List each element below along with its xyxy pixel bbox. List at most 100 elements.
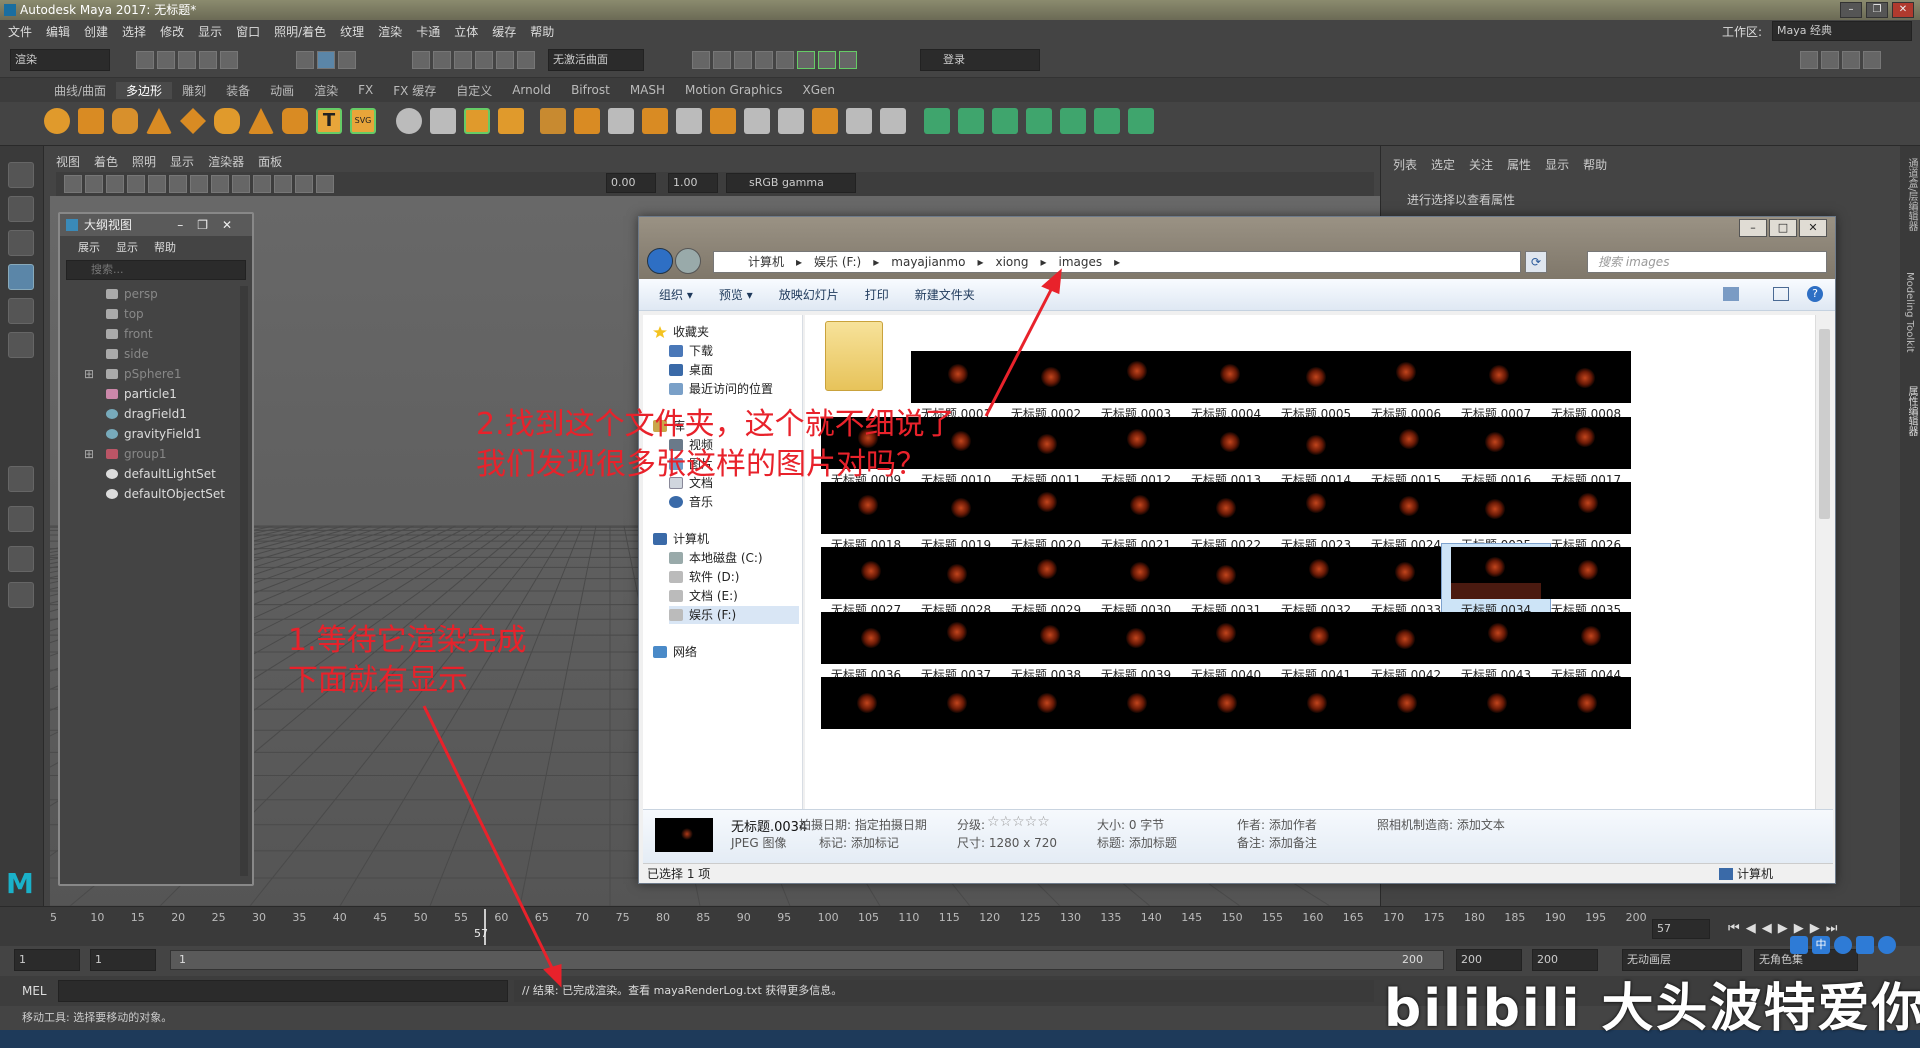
shadows-icon[interactable] — [295, 175, 313, 193]
preview-pane-icon[interactable] — [1773, 287, 1789, 301]
camera-attr-icon[interactable] — [85, 175, 103, 193]
panel-menu-renderer[interactable]: 渲染器 — [208, 153, 244, 170]
playback-controls[interactable]: ⏮◀◀▶▶▶⏭ — [1728, 921, 1843, 936]
menu-display[interactable]: 显示 — [198, 23, 222, 40]
attr-menu-show[interactable]: 显示 — [1545, 156, 1569, 173]
text-tool-icon[interactable]: T — [316, 108, 342, 134]
menu-file[interactable]: 文件 — [8, 23, 32, 40]
outliner-layout-icon[interactable] — [8, 582, 34, 608]
emoji-icon[interactable] — [1834, 936, 1852, 954]
expand-icon[interactable]: ⊞ — [84, 444, 94, 464]
sidebar-toggle-icon[interactable] — [797, 51, 815, 69]
outliner-window-controls[interactable]: –❐✕ — [177, 214, 246, 236]
current-frame-field[interactable]: 57 — [1652, 919, 1710, 939]
panel-menu-show[interactable]: 显示 — [170, 153, 194, 170]
nav-drive-d[interactable]: 软件 (D:) — [669, 568, 739, 586]
spherical-map-icon[interactable] — [992, 108, 1018, 134]
panel-menu-shading[interactable]: 着色 — [94, 153, 118, 170]
start-time-field[interactable]: 1 — [14, 949, 80, 971]
redo-icon[interactable] — [220, 51, 238, 69]
range-slider[interactable]: 1 200 — [170, 950, 1444, 970]
scroll-thumb[interactable] — [1819, 329, 1830, 519]
render-frame-icon[interactable] — [692, 51, 710, 69]
help-icon[interactable]: ? — [1807, 286, 1823, 302]
merge-icon[interactable] — [676, 108, 702, 134]
file-thumbnail[interactable] — [1361, 677, 1451, 729]
resolution-gate-icon[interactable] — [190, 175, 208, 193]
detail-comments[interactable]: 备注: 添加备注 — [1237, 834, 1317, 851]
outliner-item-dragfield1[interactable]: dragField1 — [60, 404, 252, 424]
view-options-icon[interactable] — [1723, 287, 1739, 301]
insert-edge-loop-icon[interactable] — [744, 108, 770, 134]
textured-icon[interactable] — [253, 175, 271, 193]
menu-windows[interactable]: 窗口 — [236, 23, 260, 40]
minimize-button[interactable]: – — [1840, 2, 1862, 18]
mirror-icon[interactable] — [498, 108, 524, 134]
layout-quad-icon[interactable] — [8, 506, 34, 532]
show-manipulator-icon[interactable] — [8, 466, 34, 492]
layout-outliner-icon[interactable] — [1821, 51, 1839, 69]
cmd-organize[interactable]: 组织 ▾ — [659, 286, 693, 303]
smooth-icon[interactable] — [464, 108, 490, 134]
detail-camera-maker[interactable]: 照相机制造商: 添加文本 — [1377, 816, 1505, 833]
separate-icon[interactable] — [430, 108, 456, 134]
outliner-item-side[interactable]: side — [60, 344, 252, 364]
breadcrumb-drive-f[interactable]: 娱乐 (F:) — [814, 252, 861, 272]
layout-uv-icon[interactable] — [1094, 108, 1120, 134]
file-thumbnail[interactable] — [911, 677, 1001, 729]
select-tool-icon[interactable] — [8, 162, 34, 188]
shelf-tab-rendering[interactable]: 渲染 — [304, 82, 348, 99]
detail-shot-date[interactable]: 拍摄日期: 指定拍摄日期 — [799, 816, 927, 833]
mel-label[interactable]: MEL — [22, 984, 47, 998]
panel-menu-panels[interactable]: 面板 — [258, 153, 282, 170]
outliner-item-group1[interactable]: ⊞ group1 — [60, 444, 252, 464]
lasso-tool-icon[interactable] — [8, 196, 34, 222]
menu-create[interactable]: 创建 — [84, 23, 108, 40]
snap-grid-icon[interactable] — [412, 51, 430, 69]
lights-icon[interactable] — [274, 175, 292, 193]
explorer-close-button[interactable]: ✕ — [1799, 219, 1827, 237]
wedge-icon[interactable] — [846, 108, 872, 134]
file-thumbnail[interactable] — [1451, 677, 1541, 729]
nav-drive-f[interactable]: 娱乐 (F:) — [669, 606, 799, 624]
file-thumbnail[interactable] — [821, 677, 911, 729]
explorer-minimize-button[interactable]: – — [1739, 219, 1767, 237]
live-surface-field[interactable]: 无激活曲面 — [548, 49, 644, 71]
cmd-print[interactable]: 打印 — [865, 286, 889, 303]
shelf-tab-fx-caching[interactable]: FX 缓存 — [383, 82, 446, 99]
shelf-tab-arnold[interactable]: Arnold — [502, 83, 561, 97]
nav-desktop[interactable]: 桌面 — [669, 361, 713, 379]
select-hierarchy-icon[interactable] — [296, 51, 314, 69]
attr-menu-help[interactable]: 帮助 — [1583, 156, 1607, 173]
menu-modify[interactable]: 修改 — [160, 23, 184, 40]
outliner-scrollbar[interactable] — [240, 286, 248, 876]
panel-menu-lighting[interactable]: 照明 — [132, 153, 156, 170]
detail-author[interactable]: 作者: 添加作者 — [1237, 816, 1317, 833]
combine-icon[interactable] — [396, 108, 422, 134]
address-bar[interactable]: 计算机 ▸ 娱乐 (F:) ▸ mayajianmo ▸ xiong ▸ images ▸ — [713, 251, 1521, 273]
extrude-icon[interactable] — [574, 108, 600, 134]
make-live-icon[interactable] — [517, 51, 535, 69]
channel-box-toggle-icon[interactable] — [818, 51, 836, 69]
render-settings-icon[interactable] — [734, 51, 752, 69]
shelf-tab-xgen[interactable]: XGen — [793, 83, 846, 97]
paw-icon[interactable] — [1790, 936, 1808, 954]
bookmark-icon[interactable] — [106, 175, 124, 193]
poly-cube-icon[interactable] — [78, 108, 104, 134]
film-gate-icon[interactable] — [169, 175, 187, 193]
poly-torus-icon[interactable] — [214, 108, 240, 134]
shelf-tab-sculpting[interactable]: 雕刻 — [172, 82, 216, 99]
render-view-icon[interactable] — [776, 51, 794, 69]
colorspace-select[interactable]: sRGB gamma — [726, 173, 856, 193]
uv-editor-icon[interactable] — [880, 108, 906, 134]
image-plane-icon[interactable] — [127, 175, 145, 193]
poly-pyramid-icon[interactable] — [248, 108, 274, 134]
select-object-icon[interactable] — [317, 51, 335, 69]
shelf-tab-custom[interactable]: 自定义 — [446, 82, 502, 99]
close-button[interactable]: ✕ — [1892, 2, 1914, 18]
svg-tool-icon[interactable]: SVG — [350, 108, 376, 134]
camera-select-icon[interactable] — [64, 175, 82, 193]
automatic-map-icon[interactable] — [1026, 108, 1052, 134]
cmd-preview[interactable]: 预览 ▾ — [719, 286, 753, 303]
poly-plane-icon[interactable] — [180, 108, 206, 134]
